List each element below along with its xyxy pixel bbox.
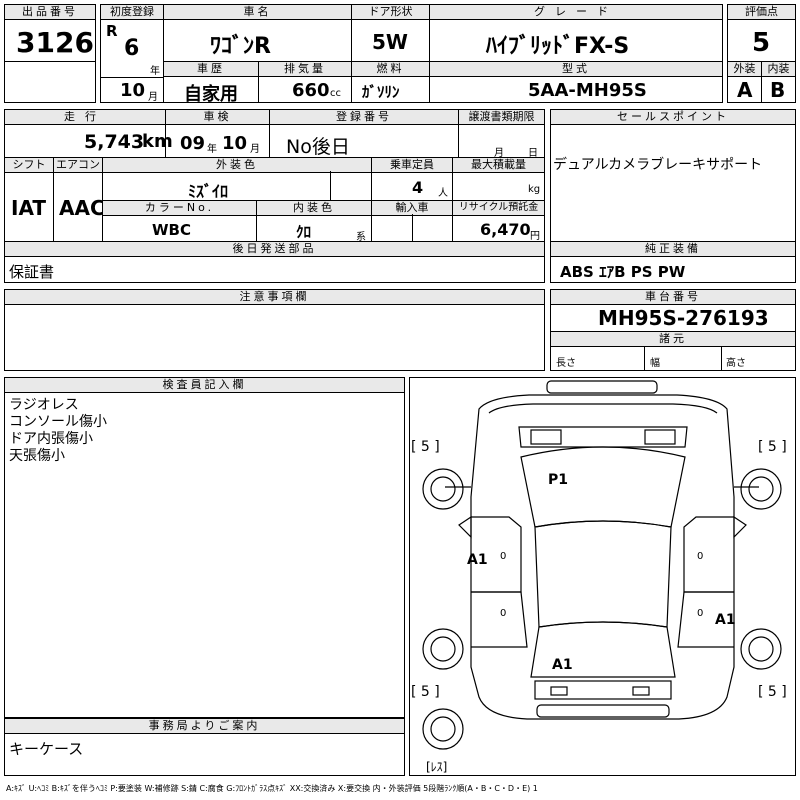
history-label: 車歴 [164,62,258,77]
reg-value: No後日 [286,136,350,158]
int-label: 内装 [762,62,795,77]
load-label: 最大積載量 [453,158,544,173]
intcolor-value: ｸﾛ [296,223,312,241]
recycle-value: 6,470 [480,220,531,239]
spec-width: 幅 [650,358,660,369]
inspect-year-unit: 年 [207,144,217,155]
grade-label: グレード [430,5,722,20]
first-reg-year: 6 [124,36,140,61]
parts-label: 後日発送部品 [5,242,544,257]
recycle-label: リサイクル預託金 [453,201,544,216]
mark-a1-rear: A1 [552,657,573,673]
era: R [106,22,118,40]
zero-mark-4: 0 [697,608,704,619]
grade-value: ﾊｲﾌﾞﾘｯﾄﾞFX-S [486,34,630,59]
sales-value: デュアルカメラブレーキサポート [553,157,763,173]
office-label: 事務局よりご案内 [5,719,404,734]
fuel-value: ｶﾞｿﾘﾝ [362,83,400,101]
inspect-month-unit: 月 [250,144,260,155]
zero-mark-1: 0 [500,551,507,562]
shift-value: IAT [11,196,47,220]
first-reg-month: 10 [120,80,146,101]
spare-label: [ﾚｽ] [426,760,448,774]
mark-p1: P1 [548,472,569,488]
parts-value: 保証書 [9,263,55,281]
office-value: キーケース [9,740,84,758]
mark-a1-right: A1 [715,612,736,628]
tire-rear-left: [ 5 ] [411,684,440,700]
tire-front-left: [ 5 ] [411,439,440,455]
history-value: 自家用 [184,84,238,105]
lot-label: 出品番号 [5,5,95,20]
year-unit: 年 [150,66,160,77]
ac-value: AAC [59,196,105,220]
colorno-value: WBC [152,221,191,239]
model-value: 5AA-MH95S [528,80,647,101]
tire-front-right: [ 5 ] [758,439,787,455]
fuel-label: 燃料 [352,62,429,77]
reg-label: 登録番号 [270,110,458,125]
equip-value: ABS ｴｱB PS PW [560,263,686,281]
displacement-value: 660 [292,80,330,101]
load-unit: kg [528,184,541,195]
car-name: ﾜｺﾞﾝR [210,34,271,59]
mileage-label: 走行 [5,110,165,125]
ext-value: A [737,78,753,102]
chassis-value: MH95S-276193 [598,306,769,330]
recycle-unit: 円 [530,231,540,242]
car-diagram [422,380,782,750]
seats-unit: 人 [438,188,448,199]
chassis-label: 車台番号 [551,290,795,305]
mark-a1-left: A1 [467,552,488,568]
model-label: 型式 [430,62,722,77]
transfer-label: 譲渡書類期限 [459,110,544,125]
inspector-line-4: 天張傷小 [9,448,65,464]
colorno-label: カラーNo. [103,201,256,216]
door-value: 5W [372,30,408,54]
mileage-value: 5,743 [84,131,145,153]
inspector-label: 検査員記入欄 [5,378,404,393]
seats-label: 乗車定員 [372,158,452,173]
equip-label: 純正装備 [551,242,795,257]
zero-mark-2: 0 [697,551,704,562]
shift-label: シフト [5,158,53,173]
displacement-unit: cc [330,88,341,99]
first-reg-label: 初度登録 [101,5,163,20]
notes-label: 注意事項欄 [5,290,544,305]
int-value: B [770,78,786,102]
score-value: 5 [752,28,771,58]
lot-number: 3126 [16,26,94,59]
door-label: ドア形状 [352,5,429,20]
intcolor-label: 内装色 [257,201,371,216]
lot-blank-box [4,61,96,103]
sales-label: セールスポイント [551,110,795,125]
color-value: ﾐｽﾞｲﾛ [188,182,229,201]
spec-height: 高さ [726,358,746,369]
sales-box [550,109,796,242]
legend: A:ｷｽﾞ U:ﾍｺﾐ B:ｷｽﾞを伴うﾍｺﾐ P:要塗装 W:補修跡 S:錆 … [6,784,538,793]
inspect-month: 10 [222,133,248,154]
score-label: 評価点 [728,5,795,20]
spec-label: 諸元 [551,332,795,347]
car-name-label: 車名 [164,5,351,20]
ac-label: エアコン [54,158,102,173]
seats-value: 4 [412,178,424,197]
tire-rear-right: [ 5 ] [758,684,787,700]
ext-label: 外装 [728,62,761,77]
inspect-year: 09 [180,133,206,154]
spec-length: 長さ [556,358,576,369]
zero-mark-3: 0 [500,608,507,619]
month-unit: 月 [148,92,158,103]
inspect-label: 車検 [166,110,269,125]
displacement-label: 排気量 [259,62,351,77]
